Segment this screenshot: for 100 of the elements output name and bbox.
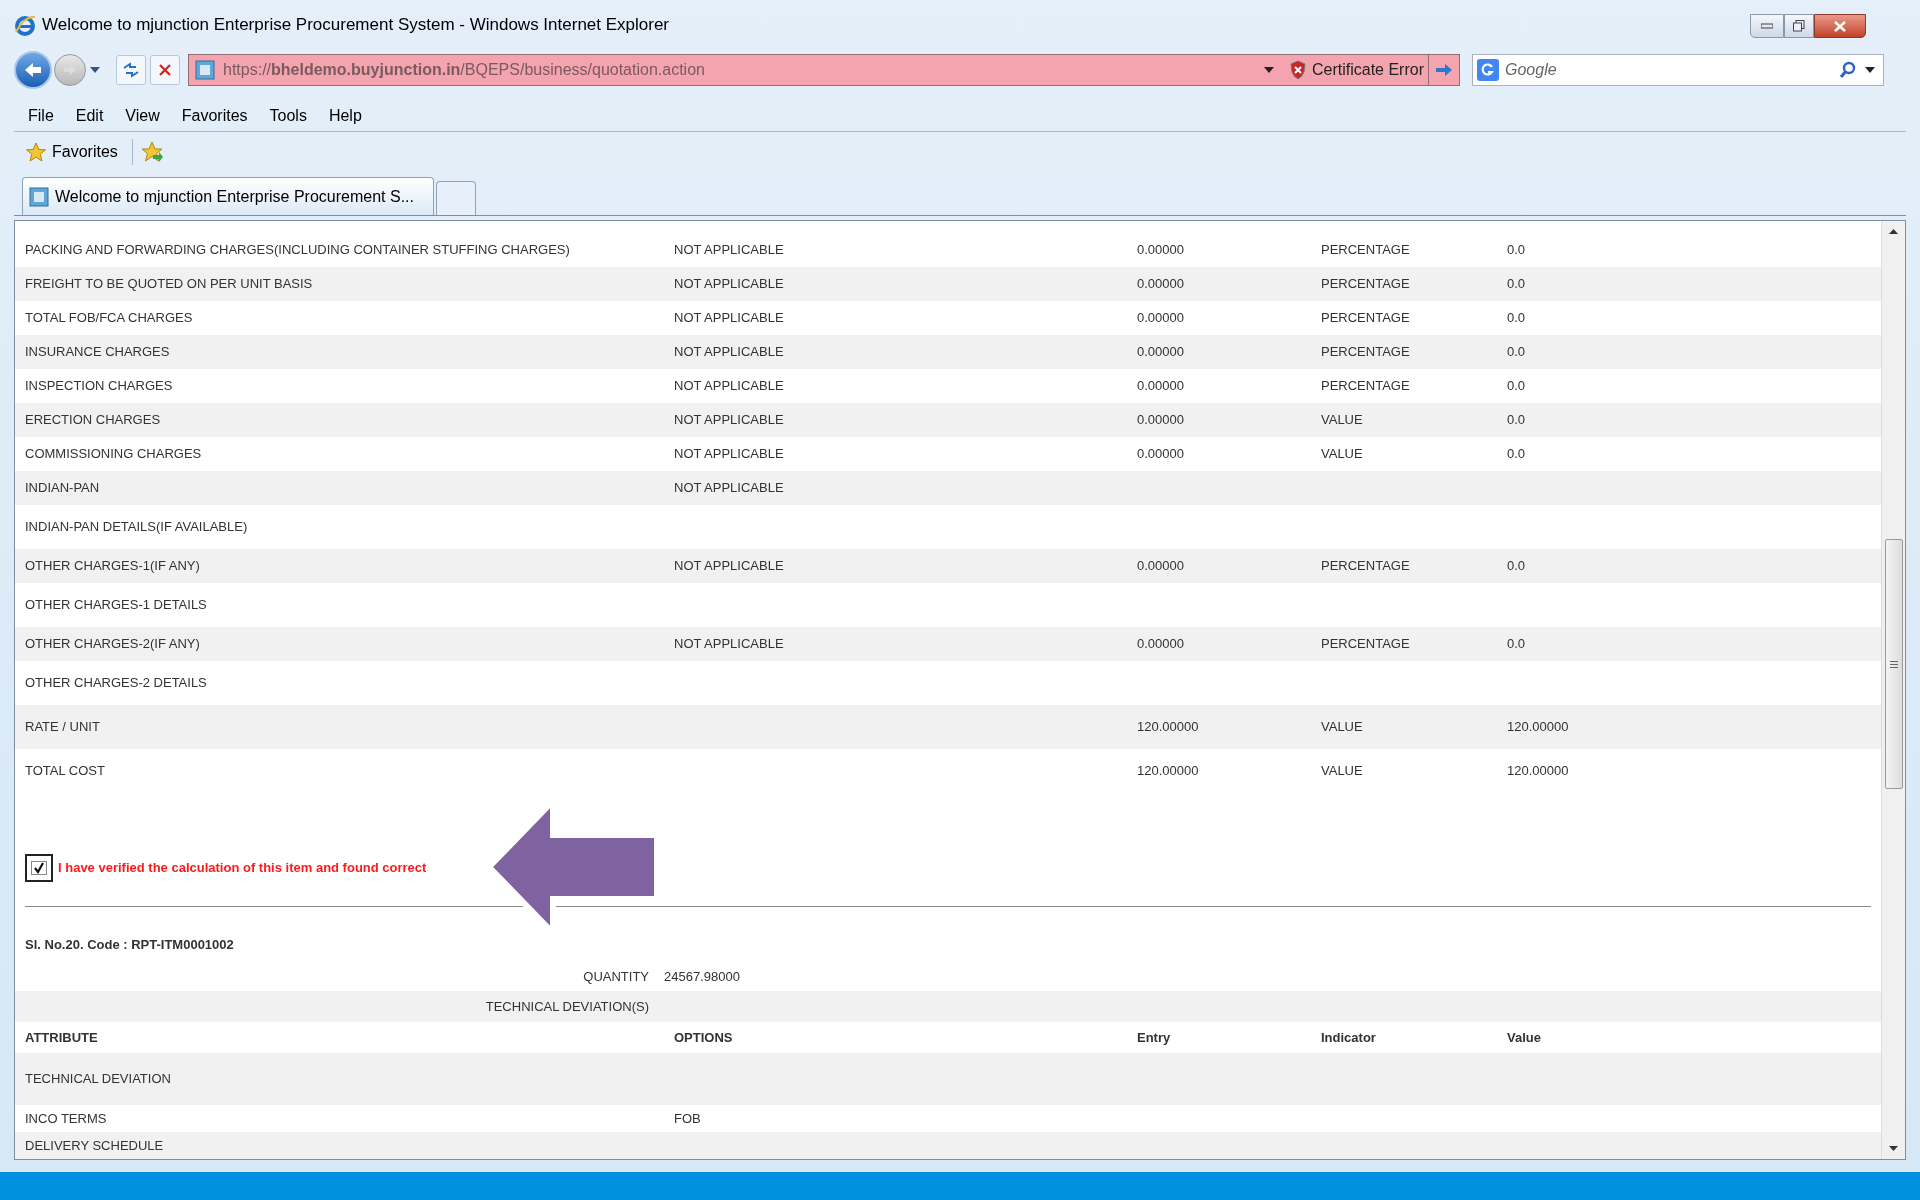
entry-cell-text: 0.00000 [1137,635,1185,654]
page-icon [29,186,49,207]
indicator-cell-text: PERCENTAGE [1321,635,1411,654]
scrollbar[interactable] [1881,221,1905,1159]
column-header: Indicator [1321,1028,1377,1047]
value-cell-text: 0.0 [1507,241,1527,260]
value-cell-text: 0.0 [1507,309,1527,328]
attribute-cell-text: TOTAL FOB/FCA CHARGES [25,309,194,328]
indicator-cell-text: PERCENTAGE [1321,275,1411,294]
value-cell-text: 0.0 [1507,411,1527,430]
attribute-cell-text: OTHER CHARGES-1 DETAILS [25,596,208,615]
option-cell-text: NOT APPLICABLE [674,479,785,498]
back-arrow-icon [24,62,42,78]
attribute-cell-text: OTHER CHARGES-2 DETAILS [25,674,208,693]
shield-error-icon [1289,60,1306,80]
entry-cell-text: 0.00000 [1137,275,1185,294]
certificate-error-button[interactable]: Certificate Error [1285,55,1429,85]
attribute-cell-text: PACKING AND FORWARDING CHARGES(INCLUDING CONTAINER STUFFING CHARGES) [25,241,571,260]
address-field[interactable]: https://bheldemo.buyjunction.in/BQEPS/business/quotation.action Certificate Error [188,54,1460,86]
attribute-cell-text: INDIAN-PAN DETAILS(IF AVAILABLE) [25,518,249,537]
attribute-cell-text: RATE / UNIT [25,718,101,737]
section-title: TECHNICAL DEVIATION(S) [485,997,650,1016]
attribute-cell-text: FREIGHT TO BE QUOTED ON PER UNIT BASIS [25,275,314,294]
attribute-cell-text: OTHER CHARGES-1(IF ANY) [25,557,201,576]
back-button[interactable] [14,51,52,89]
option-cell-text: NOT APPLICABLE [674,343,785,362]
dropdown-caret-icon[interactable] [1865,67,1875,73]
close-button[interactable] [1814,14,1866,38]
entry-cell-text: 0.00000 [1137,445,1185,464]
verification-label: I have verified the calculation of this item and found correct [58,859,427,878]
entry-cell-text: 0.00000 [1137,309,1185,328]
browser-tab[interactable]: Welcome to mjunction Enterprise Procurement S... [22,177,434,215]
column-header: Value [1507,1028,1542,1047]
entry-cell-text: 0.00000 [1137,411,1185,430]
option-cell-text: FOB [674,1109,702,1128]
scroll-down-icon[interactable] [1889,1146,1898,1151]
verification-checkbox[interactable] [25,854,53,882]
value-cell-text: 0.0 [1507,445,1527,464]
menu-item[interactable]: Edit [75,103,104,128]
arrow-icon [1435,63,1453,77]
menu-item[interactable]: Tools [269,103,307,128]
attribute-cell-text: TOTAL COST [25,762,106,781]
value-cell-text: 0.0 [1507,557,1527,576]
add-favorite-icon[interactable] [140,141,163,163]
indicator-cell-text: PERCENTAGE [1321,377,1411,396]
stop-button[interactable] [150,55,180,85]
scroll-up-icon[interactable] [1889,229,1898,234]
dropdown-caret-icon[interactable] [1263,67,1274,73]
search-input[interactable]: Google [1505,58,1839,82]
quantity-value: 24567.98000 [664,967,741,986]
indicator-cell-text: VALUE [1321,762,1364,781]
dropdown-caret-icon[interactable] [90,67,100,73]
search-field[interactable]: Google [1472,54,1884,86]
attribute-cell-text: TECHNICAL DEVIATION [25,1070,172,1089]
entry-cell-text: 0.00000 [1137,343,1185,362]
option-cell-text: NOT APPLICABLE [674,377,785,396]
option-cell-text: NOT APPLICABLE [674,445,785,464]
option-cell-text: NOT APPLICABLE [674,241,785,260]
minimize-icon [1761,23,1773,29]
stop-icon [158,63,172,77]
attribute-cell-text: ERECTION CHARGES [25,411,162,430]
option-cell-text: NOT APPLICABLE [674,275,785,294]
refresh-button[interactable] [116,55,146,85]
refresh-icon [122,62,140,78]
grip-icon [1889,660,1898,668]
forward-arrow-icon [63,64,77,76]
favorites-button[interactable]: Favorites [26,140,118,164]
indicator-cell-text: PERCENTAGE [1321,557,1411,576]
entry-cell-text: 0.00000 [1137,241,1185,260]
search-icon[interactable] [1839,61,1857,79]
menu-item[interactable]: View [125,103,160,128]
page-icon [195,60,215,80]
value-cell-text: 0.0 [1507,635,1527,654]
attribute-cell-text: INSURANCE CHARGES [25,343,171,362]
close-icon [1834,20,1846,32]
value-cell-text: 120.00000 [1507,762,1570,781]
menu-item[interactable]: Help [328,103,362,128]
indicator-cell-text: VALUE [1321,718,1364,737]
quantity-label: QUANTITY [583,967,650,986]
attribute-cell-text: OTHER CHARGES-2(IF ANY) [25,635,201,654]
item-heading: Sl. No.20. Code : RPT-ITM0001002 [25,937,234,952]
menu-item[interactable]: Favorites [181,103,248,128]
value-cell-text: 0.0 [1507,343,1527,362]
value-cell-text: 0.0 [1507,377,1527,396]
attribute-cell-text: INDIAN-PAN [25,479,101,498]
entry-cell-text: 0.00000 [1137,377,1185,396]
restore-icon [1793,20,1805,32]
menu-item[interactable]: File [28,103,54,128]
restore-button[interactable] [1784,14,1814,38]
indicator-cell-text: VALUE [1321,445,1364,464]
indicator-cell-text: VALUE [1321,411,1364,430]
scrollbar-thumb[interactable] [1884,539,1903,789]
column-header: Entry [1137,1028,1172,1047]
browser-logo-icon [14,14,36,36]
indicator-cell-text: PERCENTAGE [1321,309,1411,328]
star-icon [26,142,46,162]
checkmark-icon [31,861,47,875]
attribute-cell-text: COMMISSIONING CHARGES [25,445,203,464]
address-text: https://bheldemo.buyjunction.in/BQEPS/business/quotation.action [223,60,705,80]
option-cell-text: NOT APPLICABLE [674,411,785,430]
